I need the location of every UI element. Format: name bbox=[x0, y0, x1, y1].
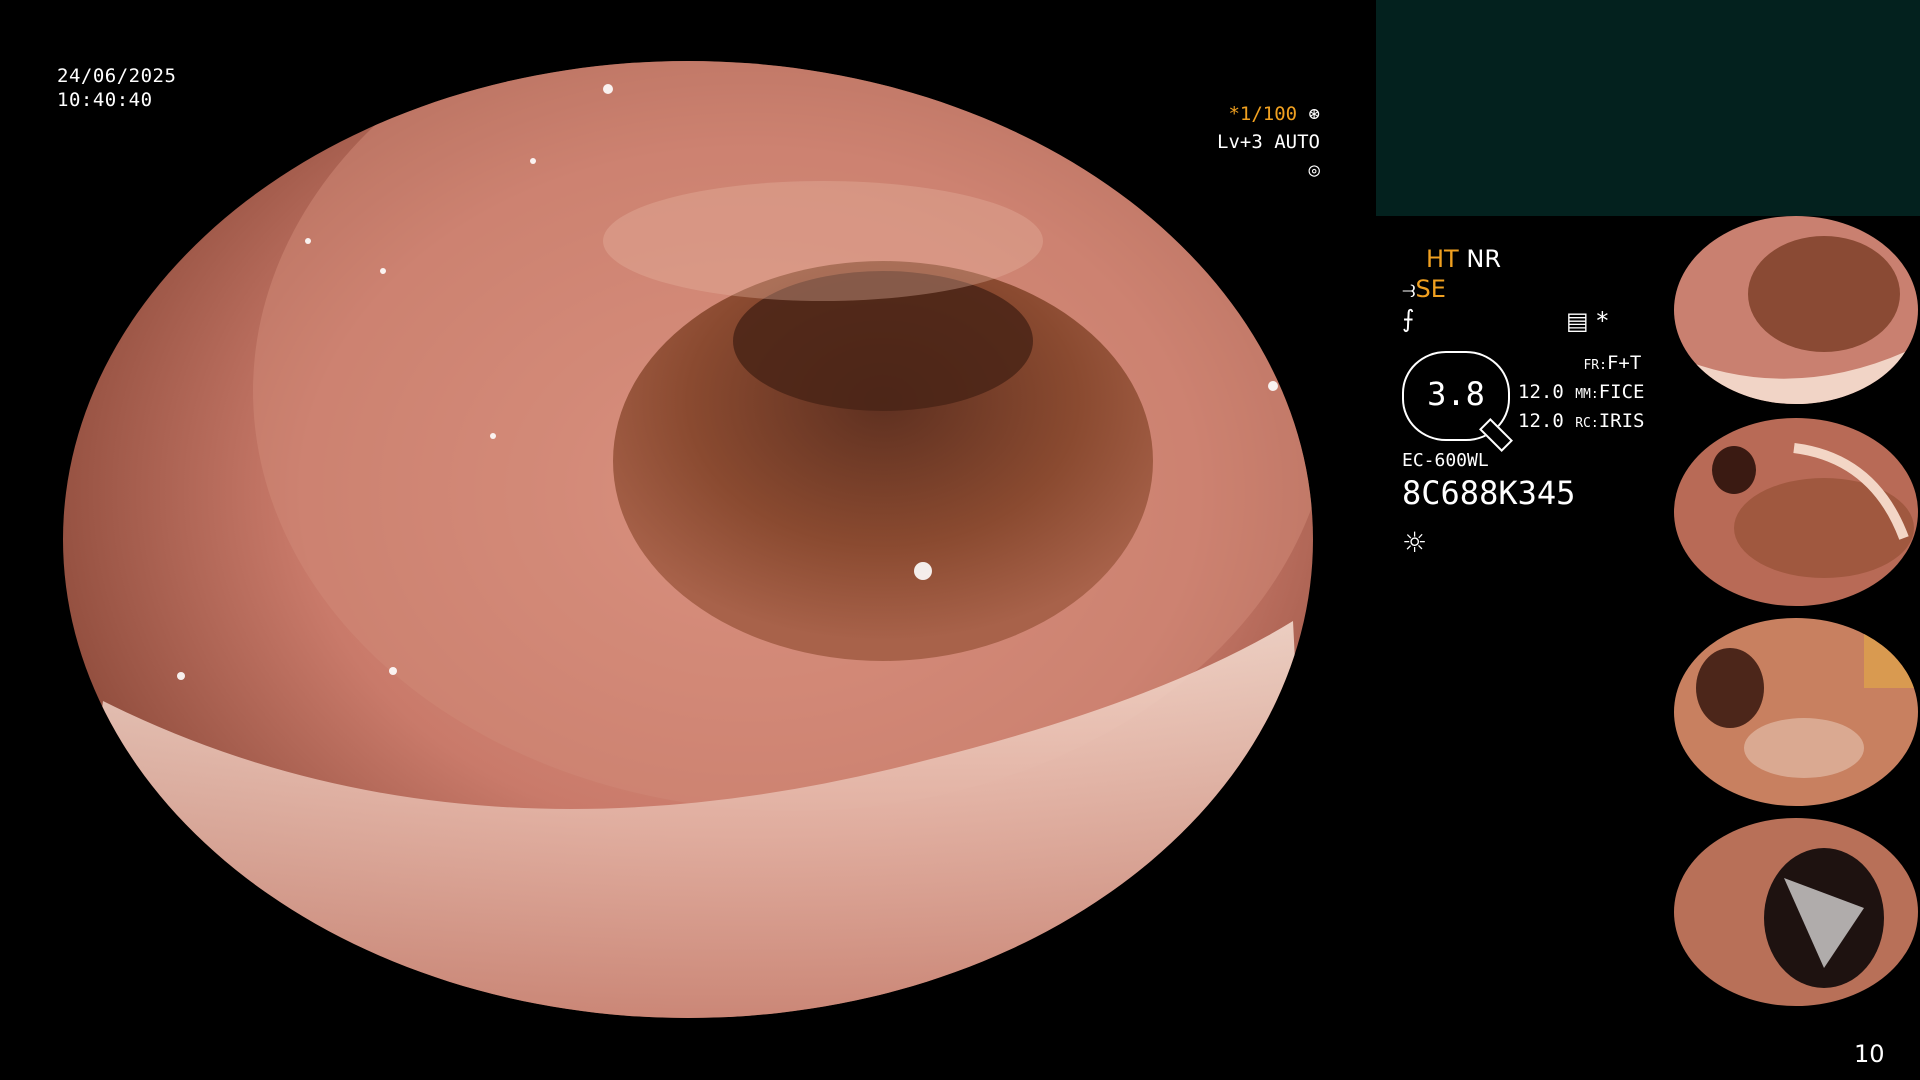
value-1: 12.0 bbox=[1518, 381, 1564, 403]
serial-number: 8C688K345 bbox=[1402, 474, 1576, 512]
shutter-readout: *1/100 ⊛ Lv+3 AUTO ◎ bbox=[1198, 100, 1320, 184]
fr-label: FR: bbox=[1583, 358, 1607, 373]
ht-label: HT bbox=[1426, 245, 1459, 273]
date-text: 24/06/2025 bbox=[57, 65, 177, 87]
filter-icon: ⨍ bbox=[1402, 305, 1415, 333]
thumbnail-1[interactable] bbox=[1674, 216, 1918, 404]
time-text: 10:40:40 bbox=[57, 89, 153, 111]
record-icon: ▤ bbox=[1566, 307, 1589, 335]
colon-image bbox=[63, 61, 1313, 1018]
asterisk-mark: * bbox=[1596, 307, 1609, 335]
settings-block: HT NR ⥽SE ⨍ ▤ * 3.8 FR:F+T 12.0 MM:FICE … bbox=[1402, 244, 1672, 564]
nr-label: NR bbox=[1466, 245, 1501, 273]
aperture-icon: ⊛ bbox=[1308, 103, 1320, 125]
thumbnail-2[interactable] bbox=[1674, 418, 1918, 606]
readouts: FR:F+T 12.0 MM:FICE 12.0 RC:IRIS bbox=[1518, 350, 1644, 437]
light-icon: ☼ bbox=[1402, 526, 1428, 559]
zoom-value: 3.8 bbox=[1427, 375, 1485, 413]
info-panel bbox=[1376, 0, 1920, 216]
page-number: 10 bbox=[1854, 1040, 1885, 1068]
scope-icon: ⥽ bbox=[1402, 275, 1416, 303]
brightness-level: Lv+3 AUTO bbox=[1217, 131, 1320, 153]
value-2: 12.0 bbox=[1518, 410, 1564, 432]
thumbnail-3[interactable] bbox=[1674, 618, 1918, 806]
mm-value: FICE bbox=[1598, 381, 1645, 403]
zoom-tip-icon bbox=[1479, 418, 1513, 452]
fr-value: F+T bbox=[1606, 352, 1642, 374]
target-icon: ◎ bbox=[1308, 159, 1320, 181]
mm-label: MM: bbox=[1575, 387, 1599, 402]
zoom-indicator: 3.8 bbox=[1402, 351, 1513, 452]
datetime-display: 24/06/2025 10:40:40 bbox=[57, 64, 176, 112]
rc-value: IRIS bbox=[1598, 410, 1645, 432]
endoscope-main-view bbox=[63, 61, 1313, 1018]
shutter-speed: *1/100 bbox=[1228, 103, 1298, 125]
scope-model: EC-600WL bbox=[1402, 450, 1489, 471]
se-label: SE bbox=[1415, 275, 1446, 303]
rc-label: RC: bbox=[1575, 416, 1599, 431]
thumbnail-4[interactable] bbox=[1674, 818, 1918, 1006]
